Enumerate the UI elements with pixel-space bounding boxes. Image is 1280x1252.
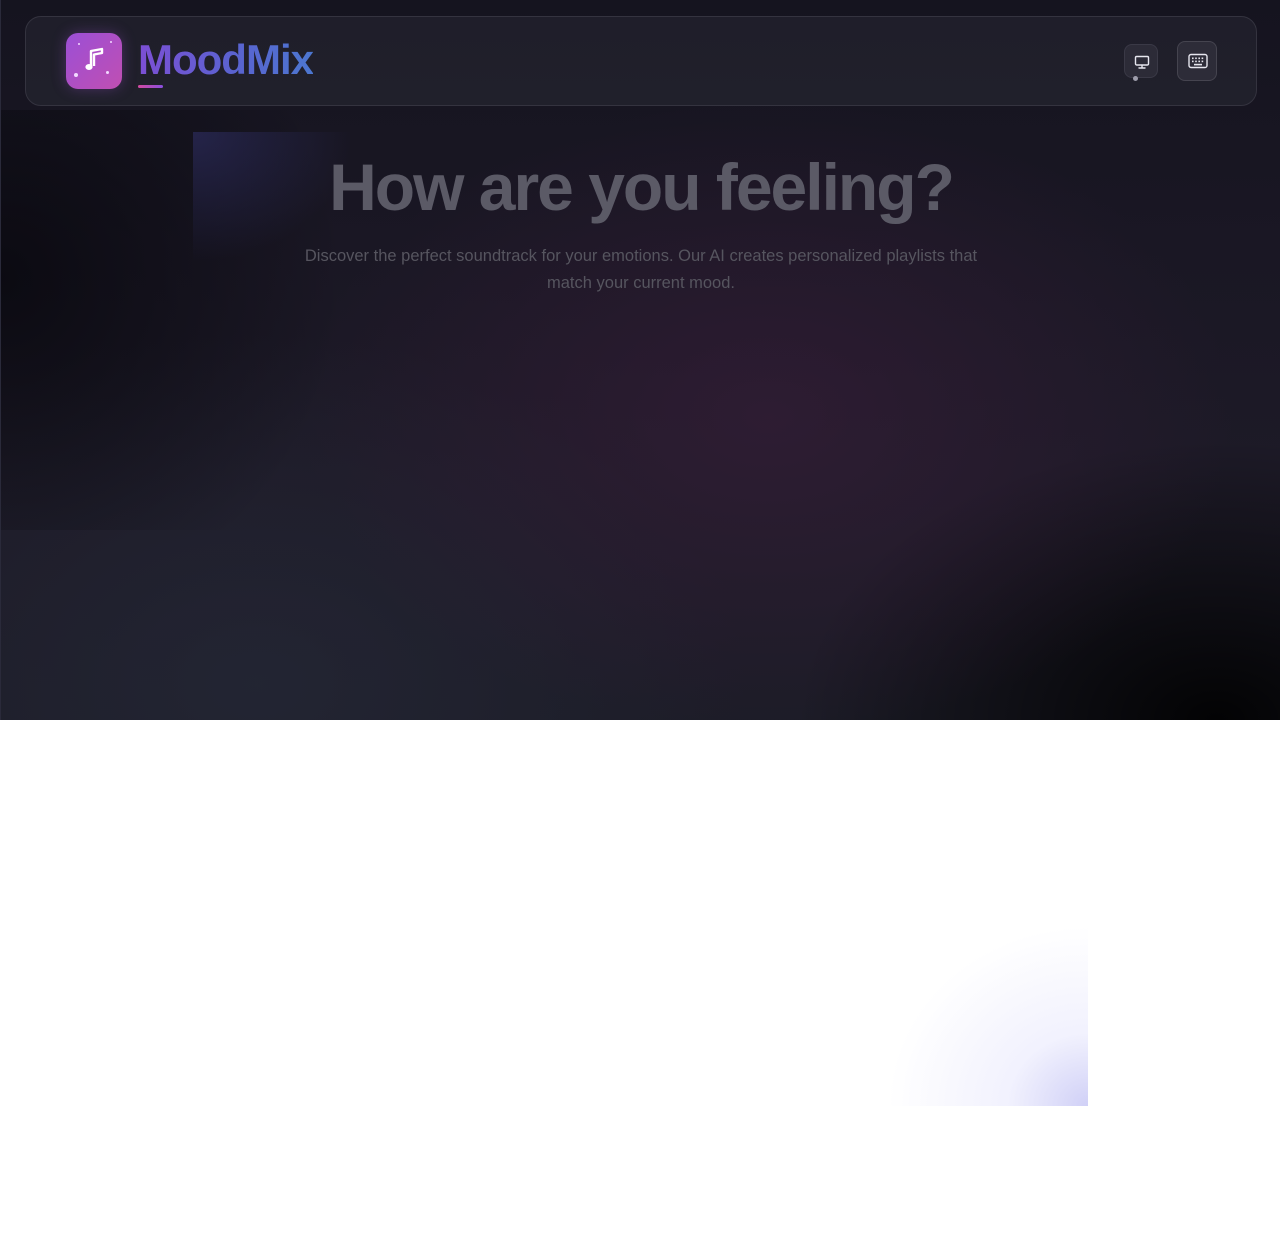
sparkle-icon bbox=[110, 41, 112, 43]
display-toggle-button[interactable] bbox=[1124, 44, 1158, 78]
keyboard-icon bbox=[1188, 53, 1208, 69]
brand-underline bbox=[138, 85, 163, 88]
keyboard-shortcuts-button[interactable] bbox=[1177, 41, 1217, 81]
monitor-icon bbox=[1134, 55, 1150, 69]
background-glow-decoration bbox=[880, 920, 1088, 1106]
hero-subtitle: Discover the perfect soundtrack for your… bbox=[304, 247, 978, 292]
brand-name[interactable]: MoodMix bbox=[138, 37, 314, 83]
hero-section: MoodMix How are you feeling? Discover th… bbox=[0, 0, 1280, 720]
status-indicator bbox=[1133, 76, 1138, 81]
hero-title: How are you feeling? bbox=[329, 150, 955, 224]
navbar: MoodMix bbox=[25, 16, 1257, 106]
music-note-icon bbox=[85, 47, 104, 70]
sparkle-icon bbox=[74, 73, 78, 77]
logo[interactable] bbox=[66, 33, 122, 89]
